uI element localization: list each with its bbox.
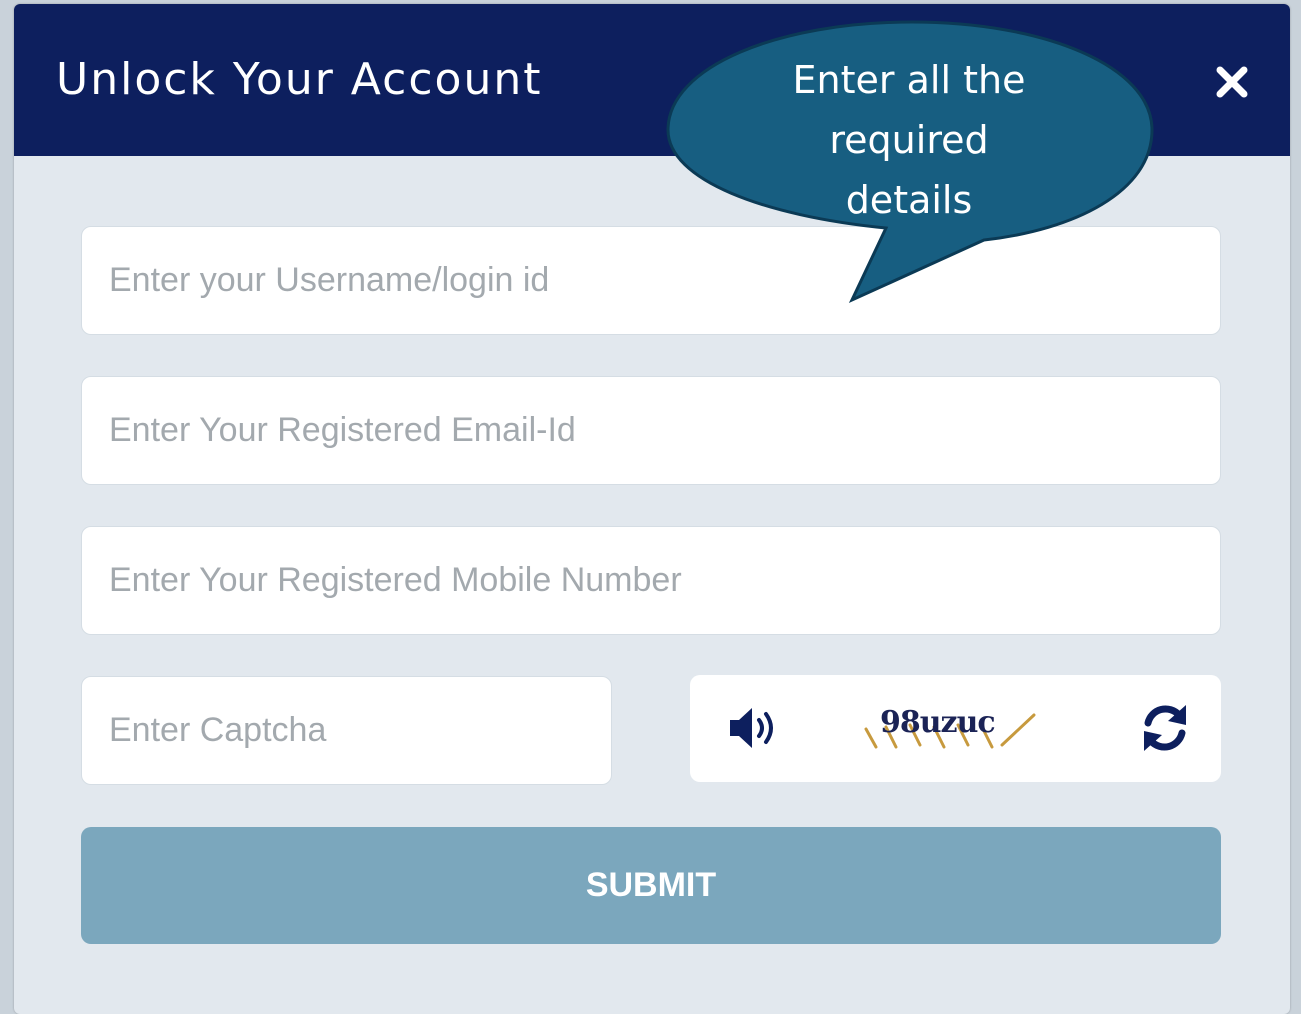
unlock-account-modal: Unlock Your Account 98uzuc: [14, 4, 1290, 1014]
modal-title: Unlock Your Account: [56, 54, 543, 105]
submit-button[interactable]: SUBMIT: [81, 827, 1221, 944]
captcha-image: 98uzuc: [862, 697, 1062, 757]
modal-header: Unlock Your Account: [14, 4, 1290, 156]
mobile-input[interactable]: [81, 526, 1221, 635]
close-icon[interactable]: [1210, 60, 1254, 104]
captcha-input[interactable]: [81, 676, 612, 785]
captcha-panel: 98uzuc: [690, 675, 1221, 782]
username-input[interactable]: [81, 226, 1221, 335]
email-input[interactable]: [81, 376, 1221, 485]
captcha-code: 98uzuc: [880, 705, 996, 740]
refresh-icon[interactable]: [1138, 701, 1192, 755]
speaker-icon[interactable]: [726, 703, 788, 753]
